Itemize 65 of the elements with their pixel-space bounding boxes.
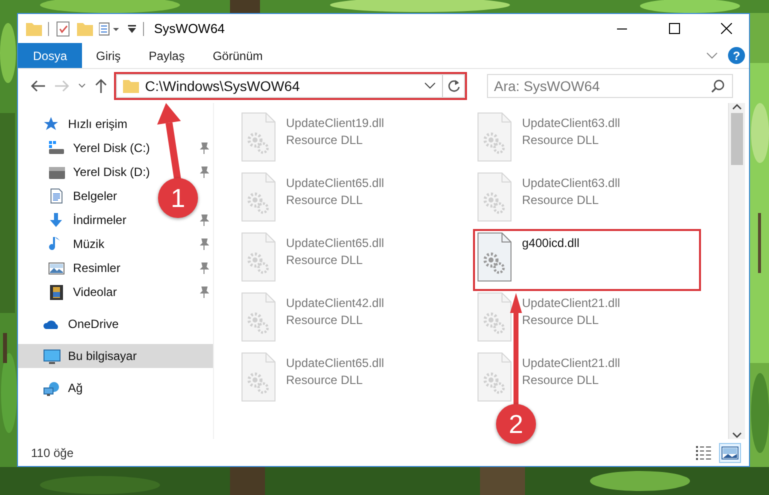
customize-caret-icon[interactable] [127,24,137,34]
file-name[interactable]: UpdateClient21.dll [522,296,620,310]
window-title: SysWOW64 [154,21,226,36]
search-icon [711,79,725,93]
ribbon-tab[interactable]: Paylaş [134,43,199,68]
minimize-icon[interactable] [616,28,628,30]
refresh-icon [446,79,460,93]
file-name[interactable]: UpdateClient42.dll [286,296,384,310]
file-name[interactable]: UpdateClient65.dll [286,356,384,370]
back-arrow-icon [30,79,46,93]
scroll-down-icon[interactable] [732,431,742,439]
file-type: Resource DLL [522,373,600,387]
maximize-icon[interactable] [668,23,680,34]
forward-arrow-icon [54,79,70,93]
ribbon-tab[interactable]: Dosya [18,43,82,68]
sidebar-item[interactable]: Videolar [73,285,117,299]
ribbon-tab[interactable]: Giriş [82,43,135,68]
scroll-thumb[interactable] [731,113,743,165]
file-icon[interactable] [477,232,512,282]
drive-icon [48,140,66,156]
file-type: Resource DLL [286,313,364,327]
item-count: 110 öğe [31,446,74,460]
file-name[interactable]: UpdateClient21.dll [522,356,620,370]
close-icon[interactable] [720,23,732,34]
folder-icon [123,79,139,93]
sidebar-item[interactable]: Yerel Disk (D:) [73,165,150,179]
caret-icon [424,82,436,90]
search-field[interactable]: Ara: SysWOW64 [487,74,733,98]
sidebar-item[interactable]: İndirmeler [73,213,126,227]
ribbon-tab[interactable]: Görünüm [198,43,277,68]
file-name[interactable]: UpdateClient63.dll [522,176,620,190]
file-name[interactable]: UpdateClient65.dll [286,236,384,250]
file-name[interactable]: UpdateClient63.dll [522,116,620,130]
scrollbar[interactable] [728,103,745,439]
film-icon [48,284,66,300]
file-name[interactable]: UpdateClient19.dll [286,116,384,130]
file-type: Resource DLL [286,373,364,387]
sidebar-item[interactable]: Yerel Disk (C:) [73,141,150,155]
chevron-down-icon[interactable] [706,52,718,60]
file-name[interactable]: g400icd.dll [522,236,580,250]
network-icon [43,380,61,396]
caret-icon [78,83,86,89]
sidebar-item[interactable]: Ağ [18,376,213,400]
sidebar-item[interactable]: Belgeler [73,189,118,203]
sidebar-item[interactable]: Hızlı erişim [18,112,213,136]
file-name[interactable]: UpdateClient65.dll [286,176,384,190]
folder-icon [26,22,42,36]
sidebar-item[interactable]: OneDrive [18,312,213,336]
file-type: Resource DLL [522,313,600,327]
picture-icon [48,260,66,276]
properties-icon[interactable] [55,20,71,36]
address-field[interactable]: C:\Windows\SysWOW64 [116,74,465,98]
sidebar-item[interactable]: Resimler [73,261,120,275]
help-button[interactable]: ? [728,47,745,64]
file-type: Resource DLL [286,193,364,207]
file-type: Resource DLL [286,253,364,267]
view-options-icon[interactable] [99,22,121,36]
sidebar-item[interactable]: Bu bilgisayar [18,344,213,368]
file-type: Resource DLL [286,133,364,147]
monitor-icon [43,348,61,364]
up-arrow-icon [94,78,108,94]
scroll-up-icon[interactable] [732,103,742,111]
file-type: Resource DLL [522,193,600,207]
sidebar-item[interactable]: Müzik [73,237,104,251]
file-type: Resource DLL [522,133,600,147]
